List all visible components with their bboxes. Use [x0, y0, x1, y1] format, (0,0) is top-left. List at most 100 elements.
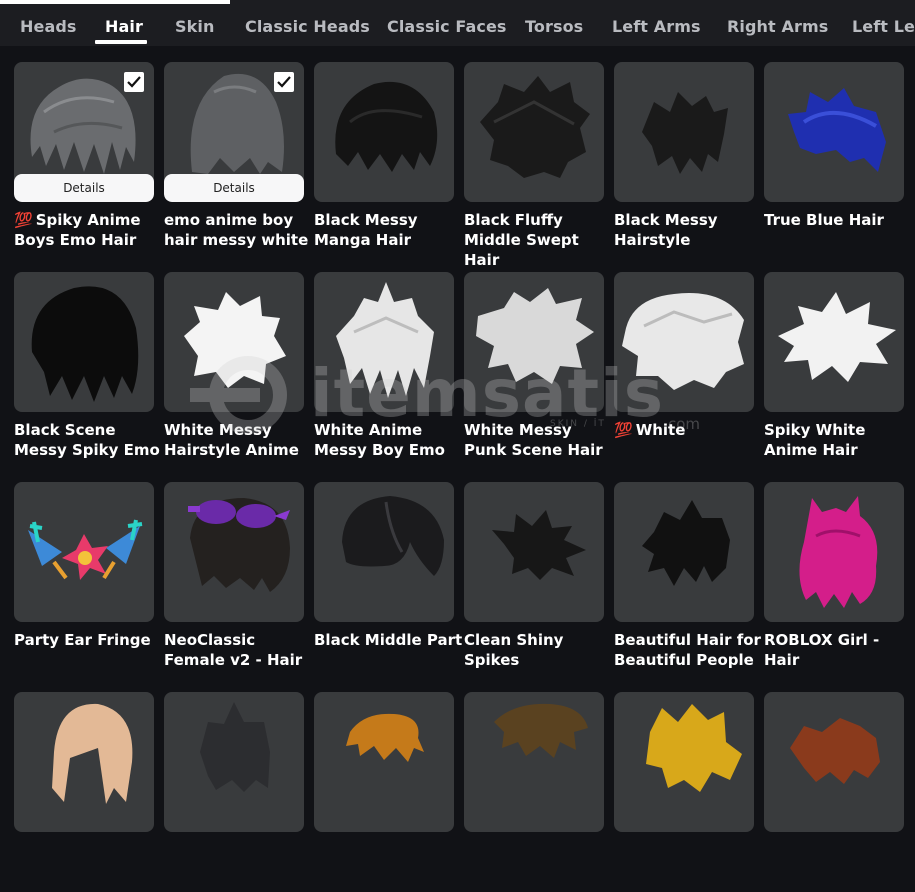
item-thumbnail[interactable]: [614, 272, 754, 412]
active-tab-indicator: [95, 40, 147, 44]
item-card[interactable]: White Messy Hairstyle Anime: [164, 272, 314, 472]
tab-right-arms[interactable]: Right Arms: [727, 17, 828, 36]
item-thumbnail[interactable]: [314, 482, 454, 622]
item-card[interactable]: Black Messy Manga Hair: [314, 62, 464, 262]
item-name[interactable]: emo anime boy hair messy white: [164, 210, 314, 250]
item-thumbnail[interactable]: [14, 692, 154, 832]
hair-image: [28, 519, 143, 580]
tab-torsos[interactable]: Torsos: [525, 17, 583, 36]
item-thumbnail[interactable]: [314, 62, 454, 202]
item-card[interactable]: Black Middle Part: [314, 482, 464, 682]
item-name[interactable]: True Blue Hair: [764, 210, 914, 230]
item-name[interactable]: 💯 White: [614, 420, 764, 440]
item-card[interactable]: Black Fluffy Middle Swept Hair: [464, 62, 614, 269]
item-thumbnail[interactable]: [764, 62, 904, 202]
item-card[interactable]: Details 💯 Spiky Anime Boys Emo Hair: [14, 62, 164, 262]
hundred-points-icon: 💯: [614, 421, 633, 439]
item-thumbnail[interactable]: [764, 692, 904, 832]
hair-image: [188, 498, 290, 592]
details-button[interactable]: Details: [14, 174, 154, 202]
hair-image: [790, 718, 880, 784]
item-name[interactable]: 💯 Spiky Anime Boys Emo Hair: [14, 210, 164, 250]
item-name[interactable]: Party Ear Fringe: [14, 630, 164, 650]
item-thumbnail[interactable]: [464, 482, 604, 622]
tab-classic-faces[interactable]: Classic Faces: [387, 17, 507, 36]
item-card[interactable]: [314, 692, 464, 892]
hair-image: [200, 702, 270, 792]
hair-image: [335, 81, 438, 172]
item-thumbnail[interactable]: [14, 272, 154, 412]
item-card[interactable]: White Anime Messy Boy Emo: [314, 272, 464, 472]
item-thumbnail[interactable]: [164, 692, 304, 832]
item-name[interactable]: NeoClassic Female v2 - Hair: [164, 630, 314, 670]
tab-left-arms[interactable]: Left Arms: [612, 17, 701, 36]
tab-left-legs[interactable]: Left Legs: [852, 17, 915, 36]
tab-heads[interactable]: Heads: [20, 17, 77, 36]
item-card[interactable]: White Messy Punk Scene Hair: [464, 272, 614, 472]
item-thumbnail[interactable]: [464, 272, 604, 412]
hair-image: [31, 286, 139, 402]
item-thumbnail[interactable]: [14, 482, 154, 622]
hair-image: [622, 293, 744, 390]
item-card[interactable]: ROBLOX Girl - Hair: [764, 482, 914, 682]
hair-image: [52, 703, 133, 804]
hair-image: [646, 704, 742, 792]
item-card[interactable]: 💯 White: [614, 272, 764, 472]
item-card[interactable]: Details emo anime boy hair messy white: [164, 62, 314, 262]
item-name[interactable]: Beautiful Hair for Beautiful People: [614, 630, 764, 670]
item-thumbnail[interactable]: [464, 62, 604, 202]
hundred-points-icon: 💯: [14, 211, 33, 229]
item-thumbnail[interactable]: [614, 62, 754, 202]
tab-hair[interactable]: Hair: [105, 17, 143, 36]
hair-image: [346, 713, 424, 762]
hair-image: [642, 92, 728, 174]
item-thumbnail[interactable]: [764, 272, 904, 412]
item-card[interactable]: Party Ear Fringe: [14, 482, 164, 682]
item-name[interactable]: ROBLOX Girl - Hair: [764, 630, 914, 670]
item-thumbnail[interactable]: [764, 482, 904, 622]
item-thumbnail[interactable]: [164, 482, 304, 622]
item-card[interactable]: NeoClassic Female v2 - Hair: [164, 482, 314, 682]
hair-image: [778, 292, 896, 382]
item-thumbnail[interactable]: [614, 692, 754, 832]
category-tab-bar: Heads Hair Skin Classic Heads Classic Fa…: [0, 0, 915, 46]
item-card[interactable]: [14, 692, 164, 892]
item-thumbnail[interactable]: [464, 692, 604, 832]
item-name[interactable]: Black Messy Manga Hair: [314, 210, 464, 250]
item-card[interactable]: [764, 692, 914, 892]
item-name[interactable]: Clean Shiny Spikes: [464, 630, 614, 670]
tab-skin[interactable]: Skin: [175, 17, 214, 36]
item-name[interactable]: Black Fluffy Middle Swept Hair: [464, 210, 614, 270]
item-card[interactable]: Spiky White Anime Hair: [764, 272, 914, 472]
item-name[interactable]: White Messy Punk Scene Hair: [464, 420, 614, 460]
hair-image: [184, 292, 286, 388]
item-name[interactable]: White Messy Hairstyle Anime: [164, 420, 314, 460]
item-card[interactable]: True Blue Hair: [764, 62, 914, 262]
item-card[interactable]: [464, 692, 614, 892]
item-card[interactable]: Black Scene Messy Spiky Emo: [14, 272, 164, 472]
hair-image: [480, 76, 590, 178]
item-card[interactable]: Black Messy Hairstyle: [614, 62, 764, 262]
item-name[interactable]: White Anime Messy Boy Emo: [314, 420, 464, 460]
item-card[interactable]: [164, 692, 314, 892]
item-thumbnail[interactable]: [164, 272, 304, 412]
hair-image: [642, 500, 730, 586]
item-name[interactable]: Black Middle Part: [314, 630, 464, 650]
item-thumbnail[interactable]: [314, 692, 454, 832]
item-thumbnail[interactable]: [614, 482, 754, 622]
item-card[interactable]: [614, 692, 764, 892]
item-card[interactable]: Clean Shiny Spikes: [464, 482, 614, 682]
checkmark-icon: [277, 76, 291, 88]
hair-image: [342, 496, 444, 576]
item-name[interactable]: Black Messy Hairstyle: [614, 210, 764, 250]
checkmark-icon: [127, 76, 141, 88]
item-card[interactable]: Beautiful Hair for Beautiful People: [614, 482, 764, 682]
equipped-checkbox[interactable]: [124, 72, 144, 92]
item-name[interactable]: Black Scene Messy Spiky Emo: [14, 420, 164, 460]
details-button[interactable]: Details: [164, 174, 304, 202]
item-name[interactable]: Spiky White Anime Hair: [764, 420, 914, 460]
equipped-checkbox[interactable]: [274, 72, 294, 92]
tab-classic-heads[interactable]: Classic Heads: [245, 17, 370, 36]
item-thumbnail[interactable]: [314, 272, 454, 412]
tab-bar-top-highlight: [0, 0, 230, 4]
